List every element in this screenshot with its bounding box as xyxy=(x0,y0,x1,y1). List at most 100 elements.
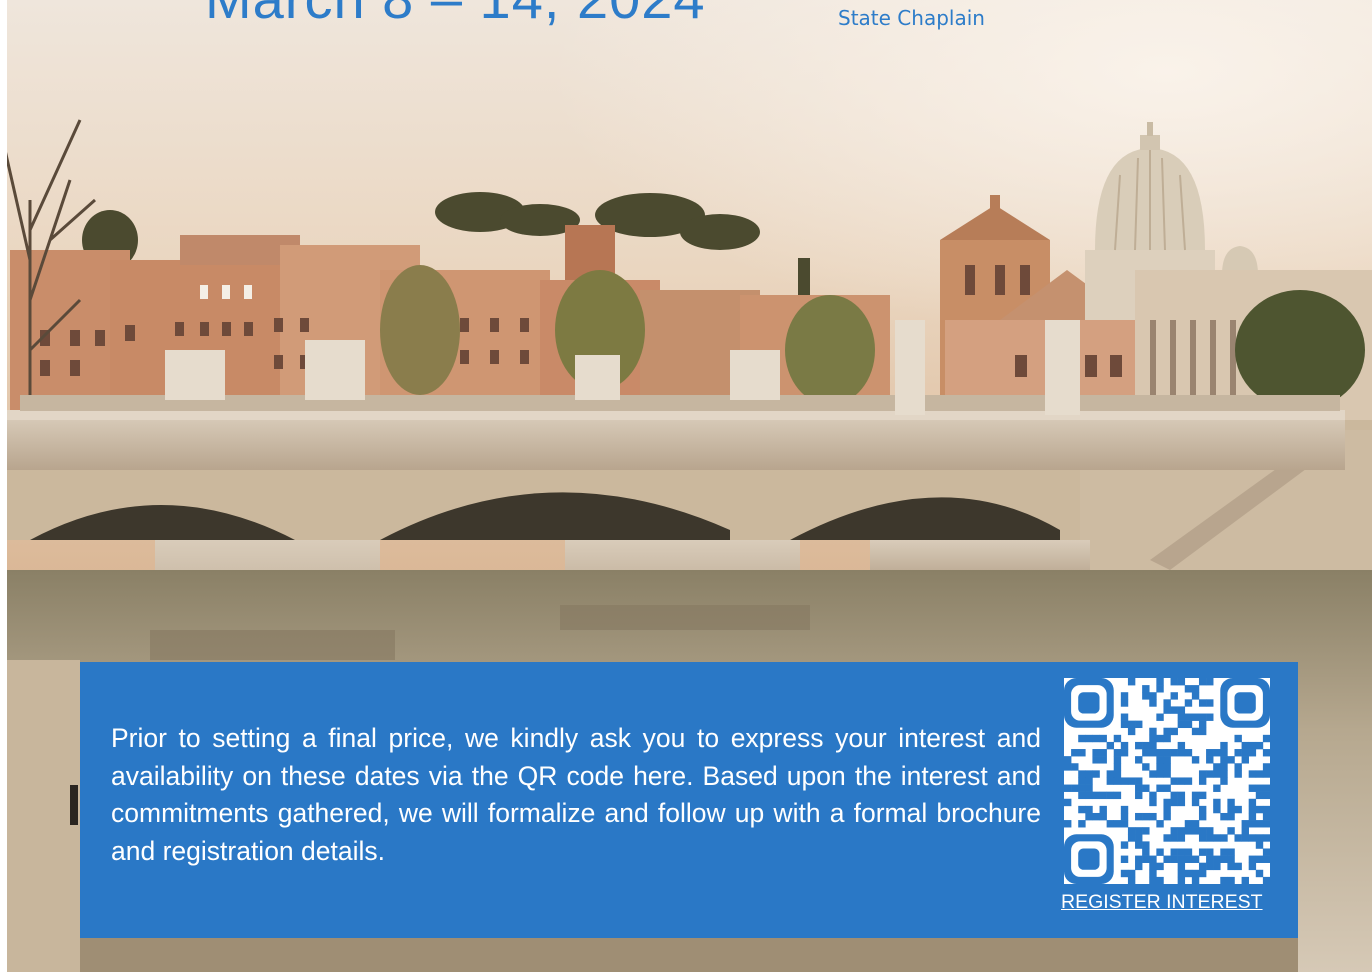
qr-module xyxy=(1213,749,1221,757)
qr-module xyxy=(1177,741,1186,750)
qr-module xyxy=(1191,876,1200,884)
qr-module xyxy=(1064,820,1072,828)
qr-module xyxy=(1149,734,1157,743)
qr-module xyxy=(1085,805,1093,814)
qr-module xyxy=(1177,834,1186,842)
qr-module xyxy=(1064,763,1072,771)
qr-module xyxy=(1191,869,1200,878)
qr-module xyxy=(1135,862,1143,871)
qr-code-icon[interactable] xyxy=(1064,678,1270,884)
qr-module xyxy=(1248,798,1257,807)
qr-module xyxy=(1085,791,1093,800)
qr-module xyxy=(1156,763,1164,771)
qr-module xyxy=(1248,770,1257,778)
qr-module xyxy=(1248,855,1257,863)
qr-module xyxy=(1142,741,1150,750)
qr-module xyxy=(1170,692,1178,700)
qr-module xyxy=(1262,834,1270,842)
qr-module xyxy=(1142,848,1150,856)
qr-module xyxy=(1099,756,1107,764)
qr-module xyxy=(1142,749,1150,757)
qr-module xyxy=(1142,841,1150,849)
qr-module xyxy=(1078,734,1086,743)
qr-module xyxy=(1156,678,1164,686)
qr-module xyxy=(1198,720,1207,729)
interest-message: Prior to setting a final price, we kindl… xyxy=(111,723,1041,866)
qr-module xyxy=(1184,713,1193,721)
qr-module xyxy=(1142,763,1150,771)
qr-module xyxy=(1262,848,1270,856)
register-interest-link[interactable]: REGISTER INTEREST xyxy=(1061,891,1263,914)
qr-module xyxy=(1255,805,1264,814)
qr-module xyxy=(1234,749,1242,757)
qr-code-graphic xyxy=(1064,678,1270,884)
qr-module xyxy=(1106,741,1115,750)
qr-module xyxy=(1078,805,1086,814)
qr-module xyxy=(1220,756,1228,764)
qr-module xyxy=(1241,876,1249,884)
qr-module xyxy=(1206,855,1214,863)
qr-module xyxy=(1213,834,1221,842)
qr-module xyxy=(1085,784,1093,792)
qr-module xyxy=(1156,756,1164,764)
qr-module xyxy=(1227,848,1235,856)
qr-module xyxy=(1227,862,1235,871)
qr-module xyxy=(1120,820,1129,828)
qr-module xyxy=(1241,756,1249,764)
chaplain-title: State Chaplain xyxy=(838,6,985,30)
qr-module xyxy=(1248,862,1257,871)
qr-module xyxy=(1184,777,1193,785)
qr-module xyxy=(1170,777,1178,785)
qr-module xyxy=(1071,784,1079,792)
qr-module xyxy=(1092,770,1100,778)
qr-module xyxy=(1149,699,1157,707)
qr-module xyxy=(1113,777,1122,785)
qr-module xyxy=(1156,848,1164,856)
qr-module xyxy=(1163,749,1171,757)
qr-module xyxy=(1177,678,1186,686)
qr-module xyxy=(1078,770,1086,778)
qr-module xyxy=(1120,713,1129,721)
qr-module xyxy=(1170,749,1178,757)
qr-module xyxy=(1220,848,1228,856)
qr-module xyxy=(1177,848,1186,856)
qr-module xyxy=(1177,862,1186,871)
qr-module xyxy=(1149,749,1157,757)
qr-module xyxy=(1156,749,1164,757)
qr-module xyxy=(1078,791,1086,800)
qr-module xyxy=(1198,862,1207,871)
qr-module xyxy=(1184,827,1193,835)
qr-module xyxy=(1227,827,1235,835)
qr-module xyxy=(1213,784,1221,792)
qr-module xyxy=(1135,741,1143,750)
qr-module xyxy=(1262,784,1270,792)
qr-module xyxy=(1149,862,1157,871)
qr-module xyxy=(1198,834,1207,842)
qr-finder-pattern xyxy=(1078,848,1100,870)
qr-module xyxy=(1248,741,1257,750)
qr-module xyxy=(1120,749,1129,757)
qr-module xyxy=(1184,869,1193,878)
qr-module xyxy=(1156,770,1164,778)
qr-module xyxy=(1120,869,1129,878)
qr-module xyxy=(1213,805,1221,814)
qr-module xyxy=(1241,820,1249,828)
qr-module xyxy=(1262,763,1270,771)
qr-module xyxy=(1156,820,1164,828)
qr-module xyxy=(1163,855,1171,863)
qr-module xyxy=(1220,741,1228,750)
qr-module xyxy=(1092,791,1100,800)
qr-module xyxy=(1184,699,1193,707)
qr-module xyxy=(1135,841,1143,849)
qr-module xyxy=(1198,812,1207,821)
qr-module xyxy=(1163,699,1171,707)
qr-module xyxy=(1177,791,1186,800)
qr-module xyxy=(1120,720,1129,729)
qr-module xyxy=(1163,805,1171,814)
qr-module xyxy=(1241,749,1249,757)
qr-module xyxy=(1120,777,1129,785)
qr-module xyxy=(1163,763,1171,771)
qr-module xyxy=(1099,805,1107,814)
qr-module xyxy=(1142,692,1150,700)
qr-module xyxy=(1191,727,1200,736)
